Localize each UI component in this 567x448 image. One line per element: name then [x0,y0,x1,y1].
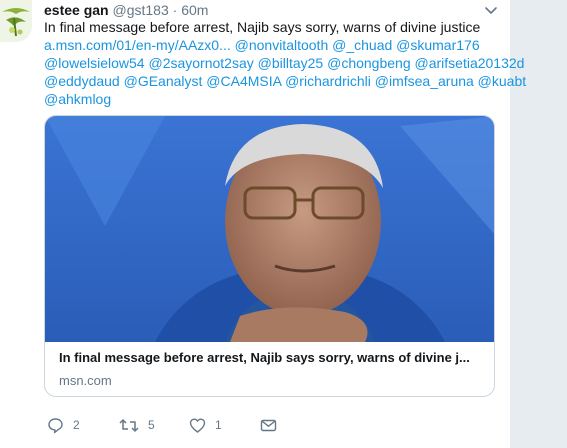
retweet-count: 5 [148,418,155,432]
avatar[interactable] [0,0,32,42]
tweet-headline: In final message before arrest, Najib sa… [44,19,481,35]
direct-message-button[interactable] [260,415,277,435]
like-button[interactable]: 1 [189,415,222,435]
tweet-header: estee gan @gst183 · 60m [44,1,208,19]
tweet-text: In final message before arrest, Najib sa… [44,18,526,108]
article-photo [45,116,494,342]
card-domain: msn.com [59,373,112,388]
mentions-line-3[interactable]: @lowelsielow54 @2sayornot2say @billtay25… [44,54,524,72]
chevron-down-icon[interactable] [484,4,498,18]
link-preview-card[interactable]: In final message before arrest, Najib sa… [44,115,495,397]
mentions-line-4[interactable]: @eddydaud @GEanalyst @CA4MSIA @richardri… [44,72,526,90]
reply-button[interactable]: 2 [47,415,80,435]
user-handle[interactable]: @gst183 [112,2,168,18]
envelope-icon [260,417,277,434]
card-title[interactable]: In final message before arrest, Najib sa… [59,349,479,367]
like-count: 1 [215,418,222,432]
retweet-button[interactable]: 5 [119,415,155,435]
tweet-timestamp[interactable]: 60m [181,2,208,18]
heart-icon [189,417,206,434]
header-separator: · [172,2,178,18]
reply-count: 2 [73,418,80,432]
retweet-icon [119,417,139,434]
article-link[interactable]: a.msn.com/01/en-my/AAzx0... [44,37,231,53]
display-name[interactable]: estee gan [44,2,109,18]
reply-icon [47,417,64,434]
mentions-line-5[interactable]: @ahkmlog [44,90,504,108]
mentions-line-2[interactable]: @nonvitaltooth @_chuad @skumar176 [235,37,480,53]
